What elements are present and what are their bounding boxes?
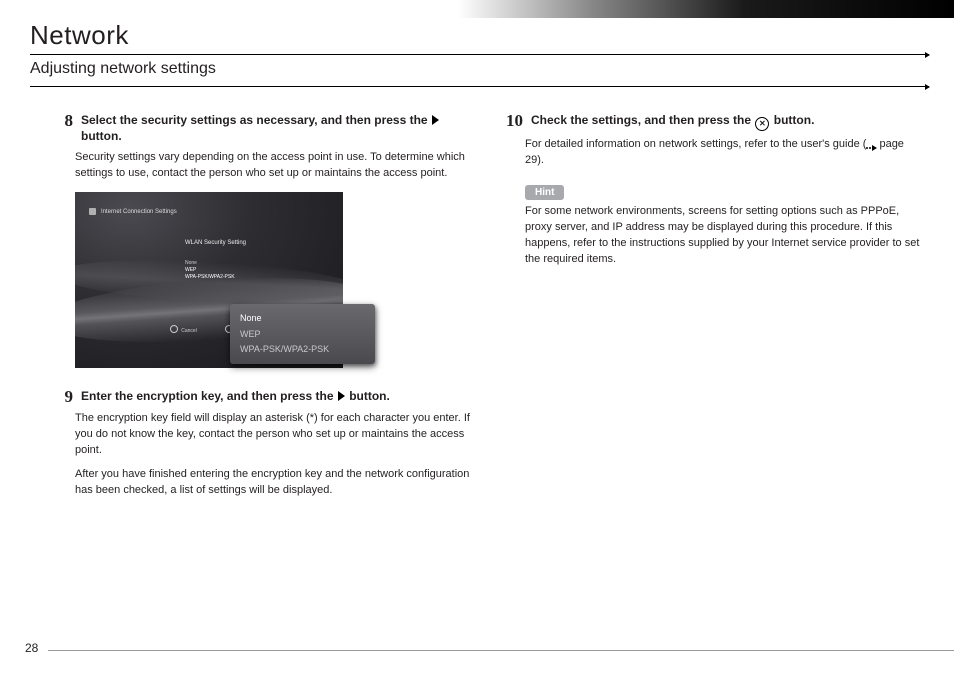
- hint-badge: Hint: [525, 185, 564, 200]
- column-left: 8 Select the security settings as necess…: [75, 112, 475, 633]
- page-number: 28: [25, 641, 38, 655]
- page-number-rule: [48, 650, 954, 651]
- popup-option-wpa: WPA-PSK/WPA2-PSK: [240, 342, 365, 357]
- step-10: 10 Check the settings, and then press th…: [525, 112, 925, 268]
- section-title: Network: [30, 20, 129, 51]
- step-body-text: For detailed information on network sett…: [525, 137, 925, 169]
- header-gradient: [0, 0, 954, 18]
- shot-breadcrumb: Internet Connection Settings: [89, 208, 177, 215]
- step-number: 9: [53, 388, 73, 405]
- settings-icon: [89, 208, 96, 215]
- column-right: 10 Check the settings, and then press th…: [525, 112, 925, 633]
- popup-option-wep: WEP: [240, 327, 365, 342]
- right-triangle-icon: [338, 391, 345, 401]
- title-rule: [30, 54, 929, 55]
- step-9: 9 Enter the encryption key, and then pre…: [75, 388, 475, 499]
- step-body-text: Security settings vary depending on the …: [75, 150, 475, 182]
- page-ref-icon: [866, 145, 877, 151]
- subtitle-rule: [30, 86, 929, 87]
- step-8: 8 Select the security settings as necess…: [75, 112, 475, 368]
- shot-current-value: None WEP WPA-PSK/WPA2-PSK: [185, 260, 235, 281]
- step-title: Enter the encryption key, and then press…: [81, 388, 390, 404]
- security-setting-screenshot: Internet Connection Settings WLAN Securi…: [75, 192, 343, 368]
- hint-text: For some network environments, screens f…: [525, 204, 925, 268]
- step-number: 8: [53, 112, 73, 129]
- right-triangle-icon: [432, 115, 439, 125]
- shot-label: WLAN Security Setting: [185, 240, 246, 246]
- step-number: 10: [503, 112, 523, 129]
- x-button-icon: ✕: [755, 117, 769, 131]
- step-body-text: The encryption key field will display an…: [75, 411, 475, 459]
- step-title: Select the security settings as necessar…: [81, 112, 475, 144]
- step-title: Check the settings, and then press the ✕…: [531, 112, 814, 131]
- security-options-popup: None WEP WPA-PSK/WPA2-PSK: [230, 304, 375, 364]
- page-subtitle: Adjusting network settings: [30, 60, 216, 78]
- popup-option-none: None: [240, 311, 365, 326]
- step-body-text: After you have finished entering the enc…: [75, 467, 475, 499]
